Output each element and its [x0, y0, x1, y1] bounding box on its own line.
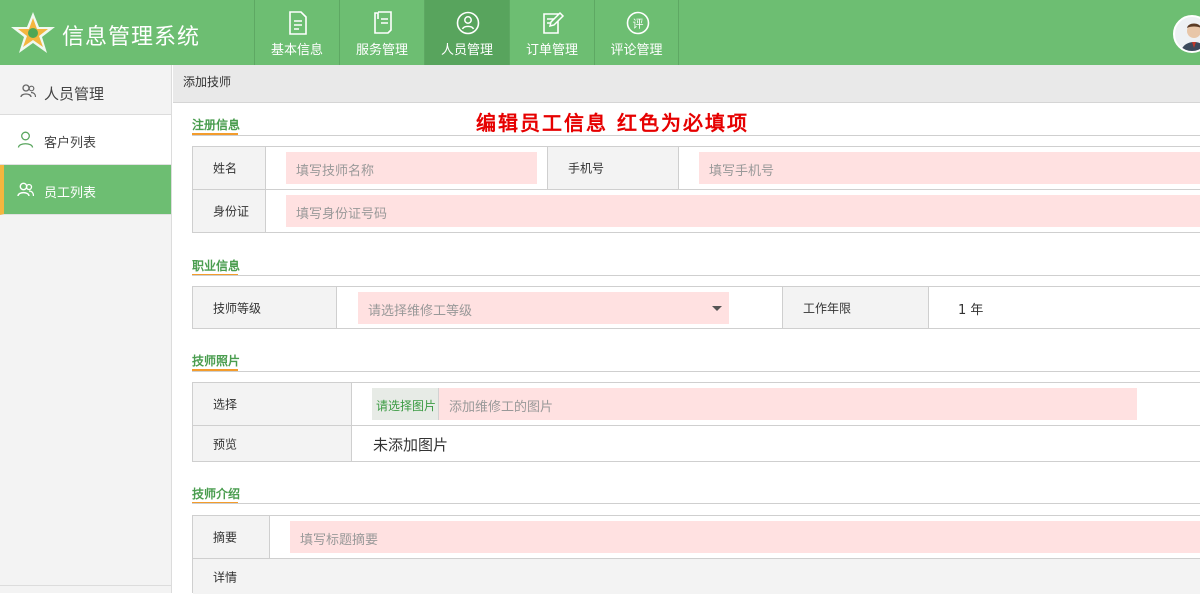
name-label-cell: 姓名	[193, 147, 266, 189]
form-row: 身份证 填写身份证号码	[193, 190, 1200, 232]
section-divider	[192, 503, 1200, 504]
sidebar-item-label: 客户列表	[44, 136, 97, 151]
form-row: 技师等级 请选择维修工等级 工作年限 1 年	[193, 287, 1200, 328]
detail-label-cell: 详情	[193, 559, 1200, 594]
preview-label: 预览	[213, 437, 238, 451]
form-row: 选择 请选择图片 添加维修工的图片	[193, 383, 1200, 426]
sidebar-item-staff-list[interactable]: 员工列表	[0, 165, 171, 215]
receipt-icon	[374, 11, 392, 34]
section-divider	[192, 371, 1200, 372]
section-title-text: 技师介绍	[192, 487, 241, 501]
id-label-cell: 身份证	[193, 190, 266, 232]
section-title-text: 技师照片	[192, 354, 241, 368]
nav-label: 服务管理	[355, 43, 408, 58]
intro-table: 摘要 填写标题摘要 详情	[192, 515, 1200, 594]
sidebar-item-label: 员工列表	[44, 186, 97, 201]
phone-label-cell: 手机号	[547, 147, 679, 189]
phone-input[interactable]: 填写手机号	[699, 152, 1200, 184]
form-row: 姓名 填写技师名称 手机号 填写手机号	[193, 147, 1200, 190]
sidebar-header-label: 人员管理	[44, 85, 105, 103]
comment-icon-glyph: 评	[633, 18, 644, 31]
preview-label-cell: 预览	[193, 426, 352, 461]
nav-order-management[interactable]: 订单管理	[509, 0, 594, 65]
top-nav: 基本信息 服务管理 人员管理 订单管理 评 评论管理	[254, 0, 679, 65]
years-label-cell: 工作年限	[782, 287, 929, 328]
phone-placeholder: 填写手机号	[709, 164, 775, 179]
comment-icon: 评	[626, 11, 650, 35]
nav-label: 基本信息	[270, 43, 323, 58]
section-title-register: 注册信息	[192, 116, 241, 135]
id-card-input[interactable]: 填写身份证号码	[286, 195, 1200, 227]
edit-form-icon	[543, 11, 565, 34]
required-notice: 编辑员工信息 红色为必填项	[476, 111, 749, 135]
nav-basic-info[interactable]: 基本信息	[254, 0, 339, 65]
level-placeholder: 请选择维修工等级	[368, 304, 473, 319]
career-table: 技师等级 请选择维修工等级 工作年限 1 年	[192, 286, 1200, 329]
choose-image-button-label: 请选择图片	[376, 399, 437, 413]
sidebar-header: 人员管理	[0, 65, 171, 115]
choose-image-button[interactable]: 请选择图片	[372, 388, 439, 420]
nav-staff-management[interactable]: 人员管理	[424, 0, 509, 65]
choose-label: 选择	[213, 397, 238, 412]
choose-label-cell: 选择	[193, 383, 352, 425]
sidebar-item-customer-list[interactable]: 客户列表	[0, 115, 171, 165]
sidebar-footer	[0, 585, 172, 593]
star-logo-icon	[11, 12, 55, 53]
form-row: 预览 未添加图片	[193, 426, 1200, 461]
level-label-cell: 技师等级	[193, 287, 337, 328]
summary-label: 摘要	[213, 530, 238, 545]
preview-status: 未添加图片	[373, 436, 449, 454]
person-circle-icon	[456, 11, 480, 35]
id-card-placeholder: 填写身份证号码	[296, 207, 388, 222]
image-path-placeholder: 添加维修工的图片	[449, 400, 554, 415]
nav-label: 人员管理	[440, 43, 493, 58]
register-table: 姓名 填写技师名称 手机号 填写手机号 身份证 填写身份证号码	[192, 146, 1200, 233]
name-label: 姓名	[213, 161, 238, 176]
breadcrumb: 添加技师	[183, 75, 232, 89]
section-divider	[192, 275, 1200, 276]
users-icon	[17, 182, 34, 197]
section-title-intro: 技师介绍	[192, 485, 241, 504]
level-label: 技师等级	[213, 301, 262, 315]
summary-label-cell: 摘要	[193, 516, 270, 558]
user-outline-icon	[17, 131, 34, 148]
photo-table: 选择 请选择图片 添加维修工的图片 预览 未添加图片	[192, 382, 1200, 462]
avatar-person-icon	[1180, 23, 1200, 51]
nav-comment-management[interactable]: 评 评论管理	[594, 0, 679, 65]
name-input[interactable]: 填写技师名称	[286, 152, 537, 184]
section-title-text: 职业信息	[192, 259, 241, 273]
detail-label: 详情	[213, 570, 238, 584]
top-bar: 信息管理系统 基本信息 服务管理 人员管理 订单管理 评 评论管理	[0, 0, 1200, 65]
nav-label: 订单管理	[525, 43, 578, 58]
document-icon	[289, 11, 307, 35]
phone-label: 手机号	[568, 161, 605, 176]
chevron-down-icon	[712, 306, 722, 311]
users-icon	[20, 84, 36, 98]
name-placeholder: 填写技师名称	[296, 164, 375, 179]
nav-label: 评论管理	[610, 43, 663, 58]
section-divider	[192, 135, 1200, 136]
id-label: 身份证	[213, 204, 250, 219]
section-title-career: 职业信息	[192, 257, 241, 276]
nav-service-management[interactable]: 服务管理	[339, 0, 424, 65]
form-row: 详情	[193, 559, 1200, 594]
form-row: 摘要 填写标题摘要	[193, 516, 1200, 559]
work-years-value[interactable]: 1 年	[958, 299, 983, 318]
sidebar: 人员管理 客户列表 员工列表	[0, 65, 172, 593]
summary-placeholder: 填写标题摘要	[300, 533, 379, 548]
section-title-photo: 技师照片	[192, 352, 241, 371]
section-title-text: 注册信息	[192, 118, 241, 132]
breadcrumb-bar: 添加技师	[173, 65, 1200, 103]
image-path-input[interactable]: 添加维修工的图片	[439, 388, 1137, 420]
years-label: 工作年限	[803, 301, 852, 315]
app-title: 信息管理系统	[62, 25, 201, 50]
level-select[interactable]: 请选择维修工等级	[358, 292, 729, 324]
summary-input[interactable]: 填写标题摘要	[290, 521, 1200, 553]
user-avatar[interactable]	[1173, 15, 1200, 53]
